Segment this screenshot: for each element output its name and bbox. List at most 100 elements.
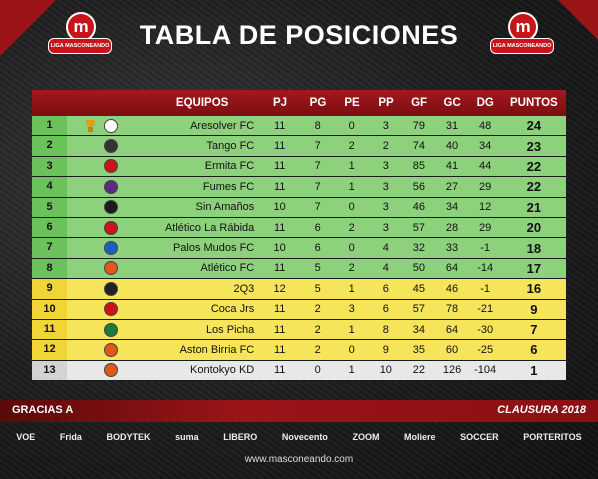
col-pg: PG — [309, 97, 327, 109]
team-name: Coca Jrs — [210, 303, 255, 316]
points-cell: 22 — [526, 179, 542, 195]
stat-cell-dg: -1 — [480, 242, 491, 255]
team-crest-icon — [103, 342, 118, 357]
stat-cell-gf: 46 — [412, 201, 426, 214]
stat-cell-pj: 11 — [273, 303, 286, 316]
position-cell: 11 — [32, 319, 68, 340]
stat-cell-pp: 2 — [382, 140, 389, 153]
stat-cell-gf: 35 — [412, 343, 426, 356]
stat-cell-gc: 64 — [445, 323, 459, 336]
sponsor-logos: VOE Frida BODYTEK suma LIBERO Novecento ZOOM Mo… — [0, 424, 598, 450]
stat-cell-pp: 3 — [382, 180, 389, 193]
stat-cell-pg: 7 — [314, 140, 321, 153]
stat-cell-gf: 79 — [412, 119, 426, 132]
stat-cell-pj: 11 — [273, 119, 286, 132]
team-crest-icon — [103, 139, 118, 154]
stat-cell-gf: 85 — [412, 160, 426, 173]
position-cell: 2 — [32, 136, 68, 156]
position-cell: 12 — [32, 340, 68, 360]
stat-cell-gc: 78 — [445, 303, 459, 316]
stat-cell-pe: 1 — [348, 160, 355, 173]
logo-text: LIGA MASCONEANDO — [48, 38, 112, 54]
points-cell: 21 — [526, 199, 542, 215]
stat-cell-pe: 2 — [348, 262, 355, 275]
stat-cell-dg: -30 — [477, 323, 494, 336]
stat-cell-gf: 34 — [412, 323, 426, 336]
standings-table: EQUIPOS PJ PG PE PP GF GC DG PUNTOS 1 Are… — [32, 90, 566, 382]
team-crest-icon — [103, 302, 118, 317]
stat-cell-dg: -104 — [474, 364, 497, 377]
stat-cell-gc: 27 — [445, 180, 459, 193]
position-cell: 10 — [32, 299, 68, 319]
team-name: Palos Mudos FC — [172, 242, 255, 255]
stat-cell-dg: -14 — [477, 262, 494, 275]
team-name: Ermita FC — [204, 160, 255, 173]
stat-cell-gf: 22 — [412, 364, 426, 377]
stat-cell-pg: 0 — [314, 364, 321, 377]
stat-cell-gf: 56 — [412, 180, 426, 193]
stat-cell-gc: 31 — [445, 119, 459, 132]
position-cell: 8 — [32, 258, 68, 279]
table-row: 3 Ermita FC 11 7 1 3 85 41 44 22 — [32, 156, 566, 178]
table-row: 9 2Q3 12 5 1 6 45 46 -1 16 — [32, 279, 566, 300]
stat-cell-gc: 46 — [445, 282, 459, 295]
stat-cell-dg: 12 — [479, 201, 492, 214]
team-crest-icon — [103, 281, 118, 296]
sponsor-logo: ZOOM — [352, 432, 380, 442]
stat-cell-gf: 74 — [412, 140, 426, 153]
table-row: 1 Aresolver FC 11 8 0 3 79 31 48 24 — [32, 116, 566, 137]
table-row: 5 Sin Amaños 10 7 0 3 46 34 12 21 — [32, 197, 566, 218]
stat-cell-gc: 60 — [445, 343, 459, 356]
sponsor-logo: PORTERITOS — [523, 432, 582, 442]
stat-cell-pp: 3 — [382, 160, 389, 173]
position-cell: 9 — [32, 279, 68, 299]
position-cell: 6 — [32, 217, 68, 238]
stat-cell-gf: 32 — [412, 242, 426, 255]
table-row: 7 Palos Mudos FC 10 6 0 4 32 33 -1 18 — [32, 238, 566, 259]
table-row: 12 Aston Birria FC 11 2 0 9 35 60 -25 6 — [32, 340, 566, 361]
stat-cell-pg: 2 — [314, 343, 321, 356]
stat-cell-gf: 57 — [412, 303, 426, 316]
table-row: 11 Los Picha 11 2 1 8 34 64 -30 7 — [32, 319, 566, 341]
team-name: Fumes FC — [202, 180, 255, 193]
position-cell: 3 — [32, 156, 68, 177]
stat-cell-pp: 9 — [382, 343, 389, 356]
stat-cell-pg: 2 — [314, 323, 321, 336]
sponsor-band: GRACIAS A CLAUSURA 2018 — [0, 400, 598, 422]
points-cell: 17 — [526, 260, 542, 276]
stat-cell-gf: 45 — [412, 282, 426, 295]
table-row: 8 Atlético FC 11 5 2 4 50 64 -14 17 — [32, 258, 566, 280]
table-row: 2 Tango FC 11 7 2 2 74 40 34 23 — [32, 136, 566, 157]
stat-cell-pp: 6 — [382, 303, 389, 316]
team-crest-icon — [103, 322, 118, 337]
stat-cell-pp: 4 — [382, 242, 389, 255]
table-row: 6 Atlético La Rábida 11 6 2 3 57 28 29 20 — [32, 217, 566, 239]
stat-cell-pp: 6 — [382, 282, 389, 295]
position-cell: 5 — [32, 197, 68, 217]
stat-cell-dg: -1 — [480, 282, 491, 295]
league-logo-right: m LIGA MASCONEANDO — [490, 12, 554, 62]
stat-cell-pg: 7 — [314, 180, 321, 193]
table-row: 10 Coca Jrs 11 2 3 6 57 78 -21 9 — [32, 299, 566, 320]
team-name: Atlético La Rábida — [164, 221, 255, 234]
season-label: CLAUSURA 2018 — [497, 404, 586, 416]
logo-text: LIGA MASCONEANDO — [490, 38, 554, 54]
team-crest-icon — [103, 200, 118, 215]
position-cell: 4 — [32, 177, 68, 197]
stat-cell-pe: 0 — [348, 343, 355, 356]
stat-cell-gc: 40 — [445, 140, 459, 153]
stat-cell-pg: 7 — [314, 160, 321, 173]
sponsor-logo: Frida — [59, 432, 82, 442]
stat-cell-pg: 6 — [314, 242, 321, 255]
team-name: Tango FC — [206, 140, 255, 153]
col-teams: EQUIPOS — [175, 97, 229, 109]
team-name: Kontokyo KD — [190, 364, 255, 377]
stat-cell-pe: 1 — [348, 180, 355, 193]
stat-cell-pj: 11 — [273, 140, 286, 153]
trophy-icon — [85, 119, 96, 132]
stat-cell-dg: 29 — [479, 180, 492, 193]
position-cell: 13 — [32, 360, 68, 381]
header: m LIGA MASCONEANDO TABLA DE POSICIONES m… — [0, 0, 598, 84]
stat-cell-pp: 4 — [382, 262, 389, 275]
stat-cell-dg: 48 — [479, 119, 492, 132]
